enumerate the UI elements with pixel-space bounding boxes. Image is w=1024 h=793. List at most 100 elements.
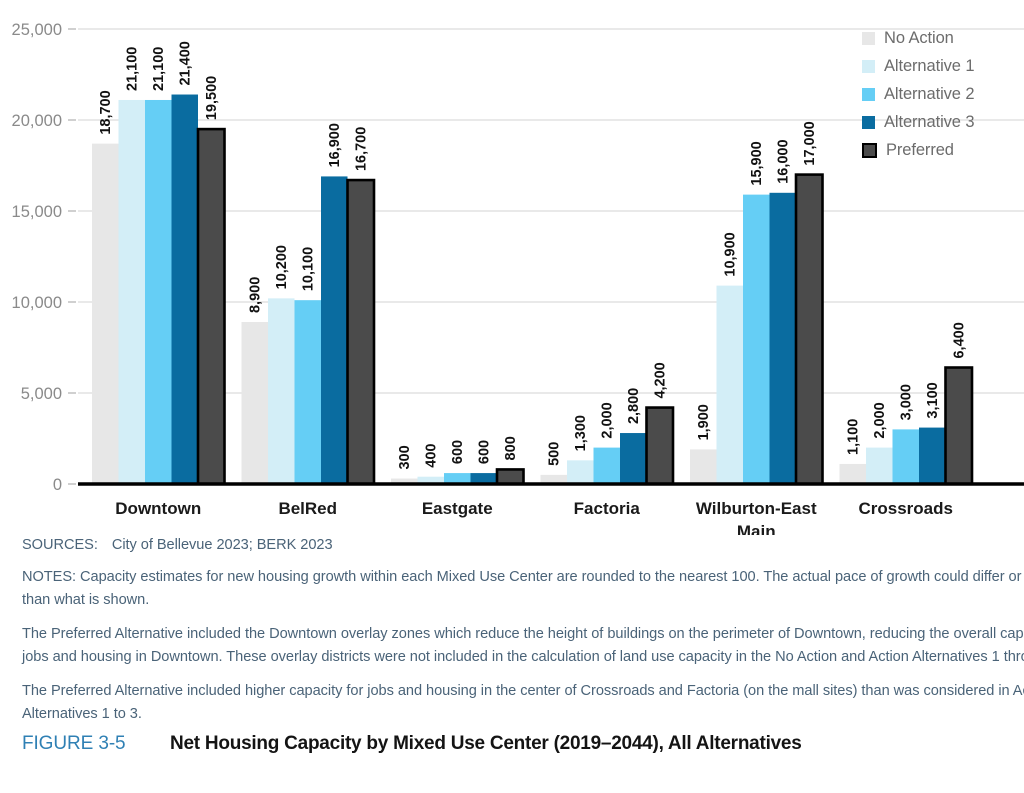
- bar: [716, 285, 743, 484]
- legend-item-label: No Action: [884, 28, 954, 47]
- bar-value-label: 17,000: [802, 121, 818, 165]
- y-tick-label: 10,000: [12, 294, 62, 312]
- legend-item-label: Alternative 1: [884, 56, 975, 75]
- bar: [892, 429, 919, 484]
- note-paragraph: NOTES: Capacity estimates for new housin…: [22, 569, 1024, 608]
- legend-swatch-icon: [862, 59, 875, 73]
- bar: [690, 449, 717, 484]
- bar: [268, 298, 295, 484]
- bar: [593, 447, 620, 484]
- bar: [92, 143, 119, 484]
- bar-value-label: 600: [477, 440, 493, 464]
- y-tick-label: 15,000: [12, 203, 62, 221]
- bar-value-label: 4,200: [653, 362, 669, 398]
- figure-title: Net Housing Capacity by Mixed Use Center…: [170, 733, 802, 754]
- legend-swatch-icon: [862, 115, 875, 129]
- legend-swatch-icon: [862, 31, 875, 45]
- bar-value-label: 800: [503, 436, 519, 460]
- bar-value-label: 500: [547, 442, 563, 466]
- x-axis-label: Main: [737, 522, 776, 535]
- bar-value-label: 6,400: [952, 322, 968, 358]
- x-axis-label: BelRed: [278, 499, 337, 518]
- bar: [645, 406, 675, 486]
- bar: [620, 433, 647, 484]
- bar-value-label: 19,500: [204, 76, 220, 120]
- notes-block: SOURCES: City of Bellevue 2023; BERK 202…: [22, 537, 1024, 737]
- bar: [118, 99, 145, 484]
- bar-value-label: 16,700: [354, 127, 370, 171]
- bar-value-label: 600: [450, 440, 466, 464]
- y-axis-tick-labels: 0 5,000 10,000 15,000 20,000 25,000: [12, 21, 62, 494]
- bar: [919, 427, 946, 484]
- bar-chart: 0 5,000 10,000 15,000 20,000 25,000 18,700 21,…: [0, 0, 1024, 535]
- bar-value-label: 3,000: [899, 384, 915, 420]
- bar: [769, 192, 796, 485]
- figure-page: 0 5,000 10,000 15,000 20,000 25,000 18,700 21,…: [0, 0, 1024, 793]
- note-paragraph: The Preferred Alternative included the D…: [22, 626, 1024, 665]
- bar-value-label: 2,000: [600, 402, 616, 438]
- x-axis-label: Wilburton-East: [696, 499, 817, 518]
- bar-value-label: 21,100: [151, 47, 167, 91]
- bar: [794, 173, 824, 486]
- bar: [944, 366, 974, 486]
- chart-legend: No Action Alternative 1 Alternative 2 Alter…: [862, 24, 1024, 164]
- figure-number: FIGURE 3-5: [22, 733, 126, 754]
- legend-item[interactable]: No Action: [862, 24, 1024, 52]
- legend-item[interactable]: Alternative 3: [862, 108, 1024, 136]
- legend-swatch-icon: [862, 87, 875, 101]
- sources-label: SOURCES:: [22, 537, 98, 553]
- notes-paragraph-list: NOTES: Capacity estimates for new housin…: [22, 566, 1024, 726]
- bar-value-label: 2,000: [872, 402, 888, 438]
- x-axis-label: Factoria: [574, 499, 641, 518]
- bar-value-label: 1,100: [846, 419, 862, 455]
- y-tick-label: 5,000: [21, 385, 62, 403]
- legend-item-label: Alternative 3: [884, 112, 975, 131]
- bar-value-label: 21,400: [178, 41, 194, 85]
- y-tick-label: 0: [53, 476, 62, 494]
- y-tick-label: 20,000: [12, 112, 62, 130]
- x-axis-category-labels: Downtown BelRed Eastgate Factoria Wilburton-…: [115, 499, 953, 535]
- note-paragraph: The Preferred Alternative included highe…: [22, 683, 1024, 722]
- legend-item-label: Alternative 2: [884, 84, 975, 103]
- legend-item[interactable]: Preferred: [862, 136, 1024, 164]
- bar: [294, 300, 321, 484]
- bar-value-label: 10,200: [274, 245, 290, 289]
- bar: [495, 468, 525, 486]
- bar-value-label: 3,100: [925, 382, 941, 418]
- bar-value-label: 15,900: [749, 141, 765, 185]
- bar: [241, 322, 268, 484]
- legend-item[interactable]: Alternative 2: [862, 80, 1024, 108]
- y-tick-label: 25,000: [12, 21, 62, 39]
- bar: [743, 194, 770, 484]
- bar-value-label: 21,100: [125, 47, 141, 91]
- legend-swatch-icon: [862, 142, 877, 158]
- bar-value-labels: 18,700 21,100 21,100 21,400 19,500 8,900 10,20…: [98, 41, 968, 469]
- bar: [171, 94, 198, 485]
- legend-item[interactable]: Alternative 1: [862, 52, 1024, 80]
- bar-value-label: 10,900: [723, 232, 739, 276]
- bar: [346, 178, 376, 486]
- bar-value-label: 10,100: [301, 247, 317, 291]
- bar: [567, 460, 594, 484]
- bar-value-label: 1,900: [696, 404, 712, 440]
- bar: [145, 99, 172, 484]
- bar-value-label: 16,900: [327, 123, 343, 167]
- sources-text: City of Bellevue 2023; BERK 2023: [111, 537, 333, 553]
- x-axis-label: Eastgate: [422, 499, 493, 518]
- bar-series-group: [92, 94, 974, 486]
- bar-value-label: 300: [397, 445, 413, 469]
- bar-value-label: 400: [424, 444, 440, 468]
- figure-caption: FIGURE 3-5 Net Housing Capacity by Mixed…: [22, 733, 802, 755]
- x-axis-label: Downtown: [115, 499, 201, 518]
- bar: [196, 127, 226, 486]
- legend-item-label: Preferred: [886, 140, 954, 159]
- bar-value-label: 16,000: [776, 139, 792, 183]
- bar: [866, 447, 893, 484]
- sources-line: SOURCES: City of Bellevue 2023; BERK 202…: [22, 537, 1024, 553]
- bar: [321, 176, 348, 485]
- bar-value-label: 1,300: [573, 415, 589, 451]
- bar: [839, 463, 866, 484]
- bar-value-label: 8,900: [248, 277, 264, 313]
- bar-value-label: 2,800: [626, 388, 642, 424]
- bar-value-label: 18,700: [98, 90, 114, 134]
